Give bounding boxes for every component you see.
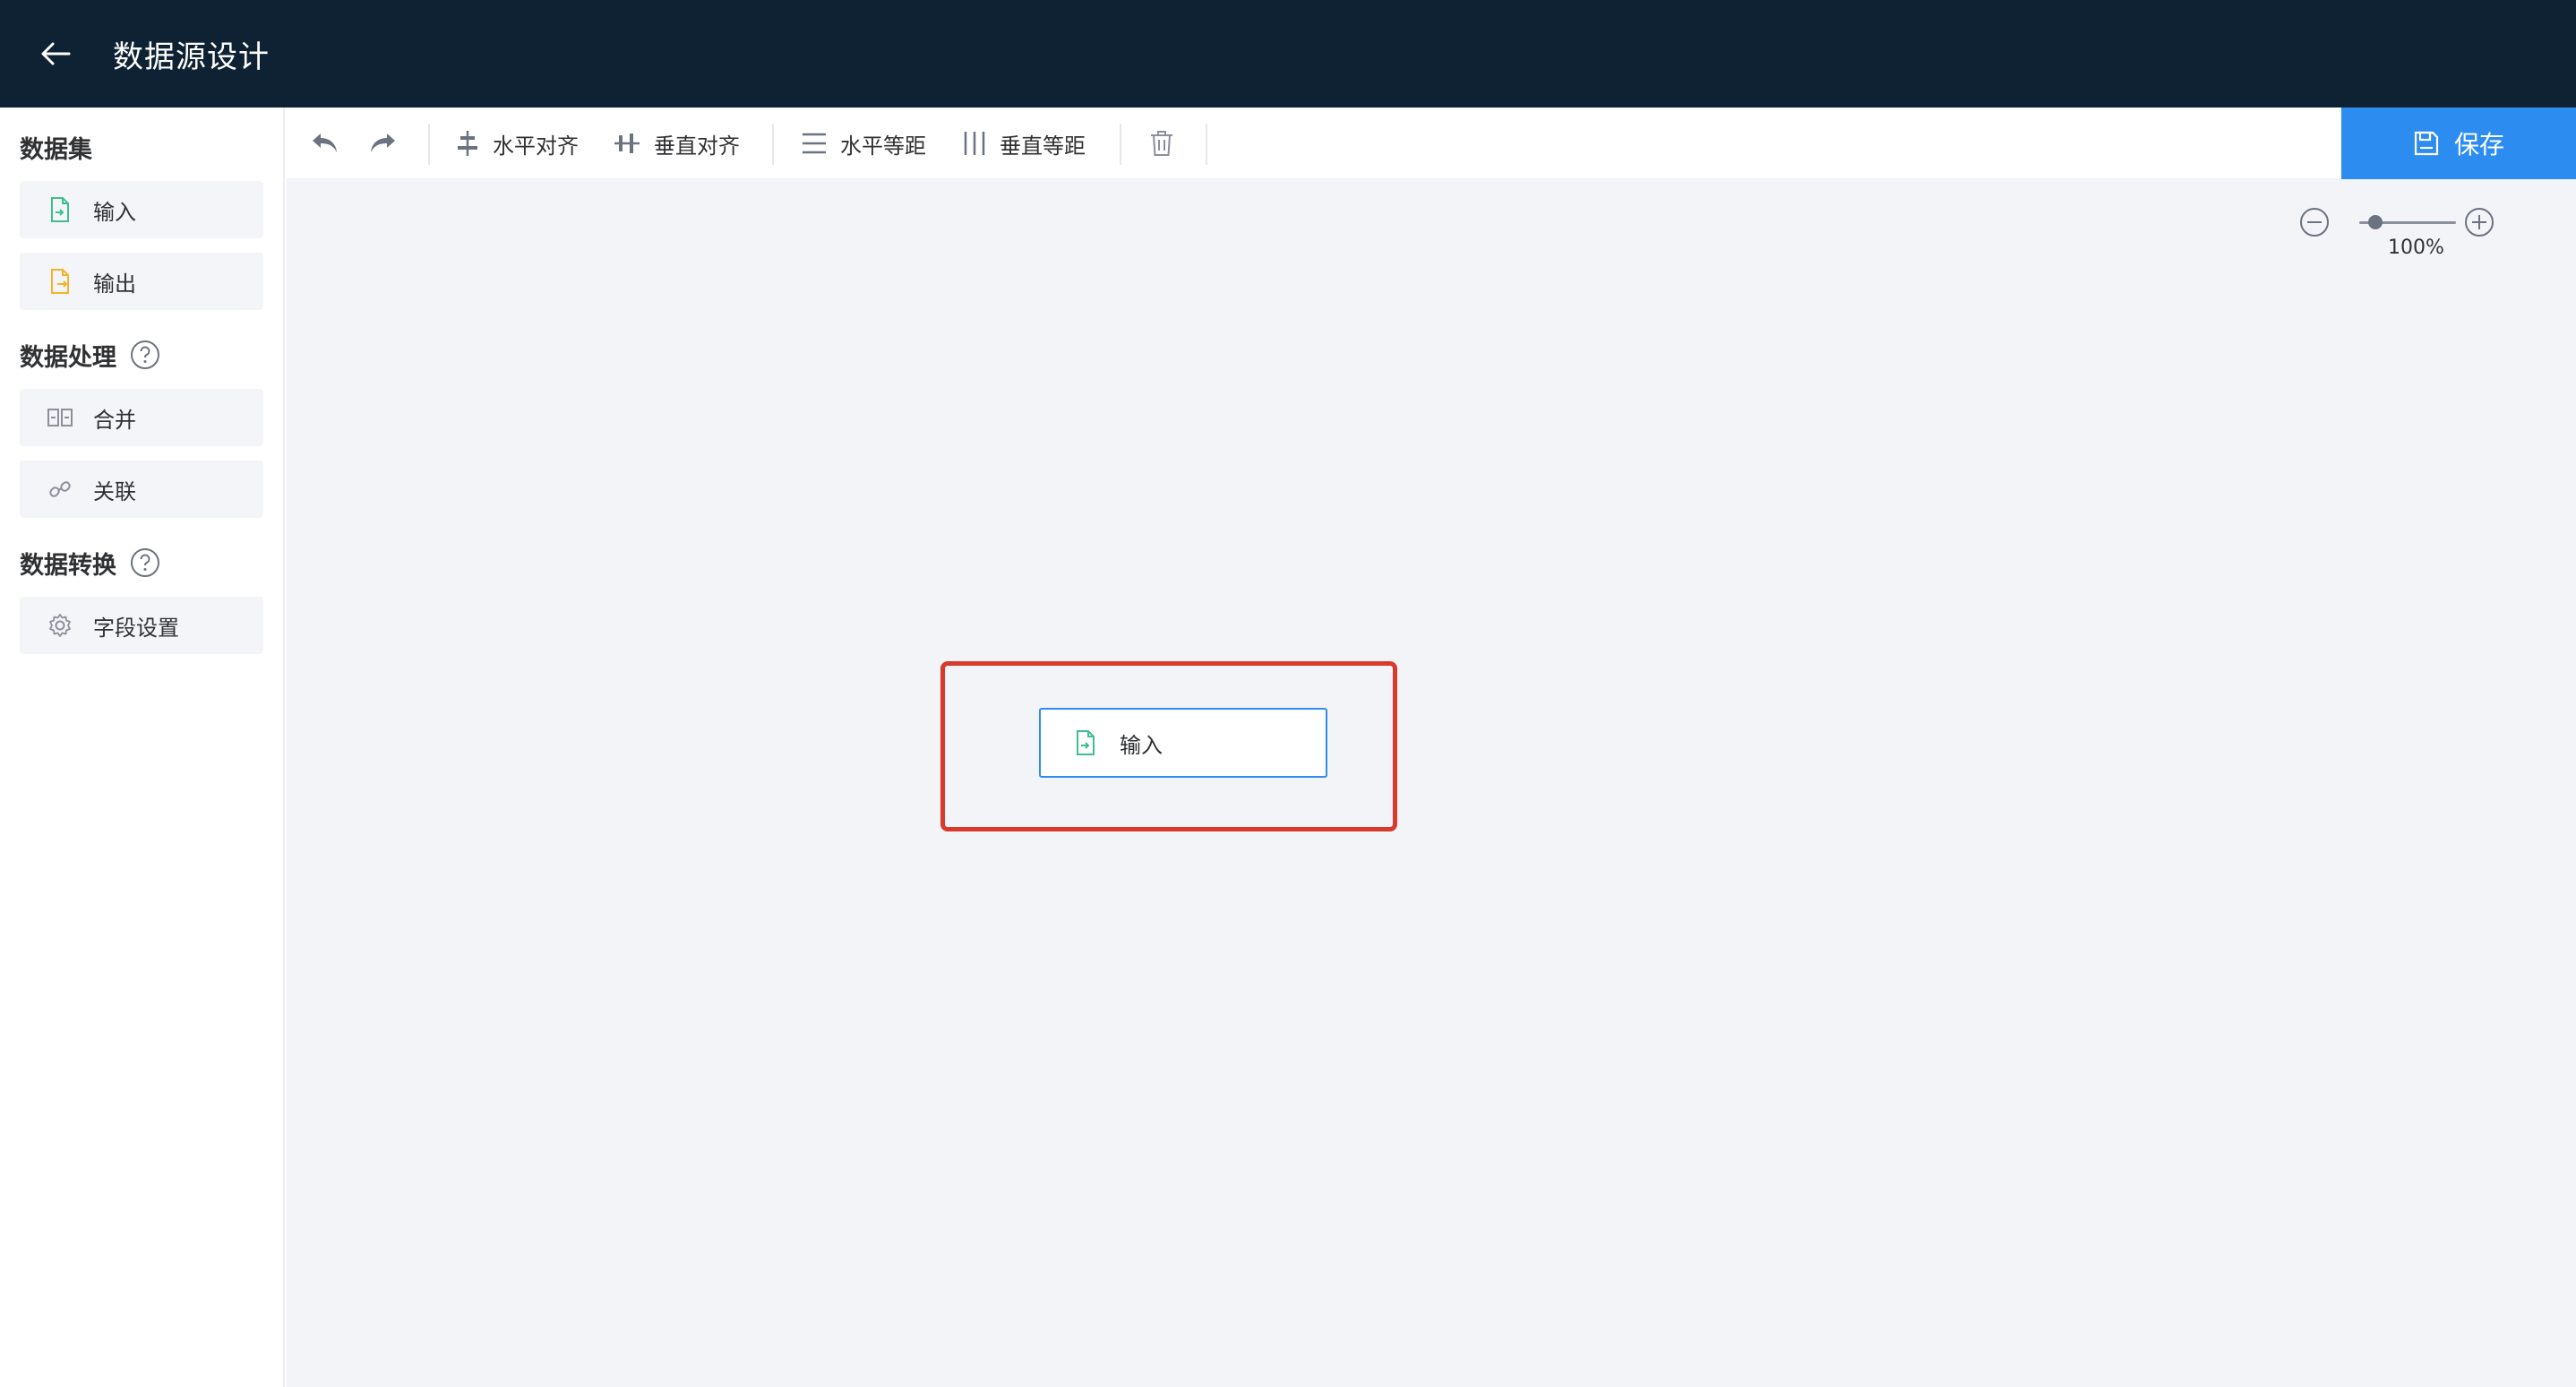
back-button[interactable] bbox=[29, 27, 82, 81]
sidebar-item-merge[interactable]: 合并 bbox=[20, 389, 263, 446]
vertical-distribute-label: 垂直等距 bbox=[1000, 133, 1086, 159]
sidebar-item-field-settings[interactable]: 字段设置 bbox=[20, 597, 263, 654]
save-icon bbox=[2414, 131, 2439, 156]
file-import-icon bbox=[47, 196, 73, 223]
delete-button[interactable] bbox=[1148, 108, 1175, 179]
design-canvas[interactable]: 100% 输入 bbox=[287, 179, 2576, 1387]
section-title-transform: 数据转换 bbox=[20, 545, 161, 581]
section-title-dataset: 数据集 bbox=[20, 129, 92, 165]
sidebar-item-label: 关联 bbox=[93, 478, 136, 504]
sidebar-item-label: 输入 bbox=[93, 199, 136, 225]
file-import-icon bbox=[1077, 730, 1095, 755]
gear-icon bbox=[47, 612, 73, 639]
help-icon[interactable] bbox=[129, 547, 161, 579]
horizontal-align-button[interactable]: 水平对齐 bbox=[455, 108, 579, 179]
toolbar-divider bbox=[772, 124, 774, 165]
canvas-node-input[interactable]: 输入 bbox=[1039, 708, 1327, 778]
horizontal-distribute-label: 水平等距 bbox=[840, 133, 926, 159]
vertical-distribute-button[interactable]: 垂直等距 bbox=[962, 108, 1086, 179]
section-label: 数据集 bbox=[20, 135, 92, 164]
file-export-icon bbox=[47, 268, 73, 295]
vertical-align-button[interactable]: 垂直对齐 bbox=[613, 108, 740, 179]
zoom-level: 100% bbox=[2388, 237, 2444, 259]
redo-button[interactable] bbox=[367, 108, 398, 179]
sidebar-item-input[interactable]: 输入 bbox=[20, 181, 263, 238]
zoom-slider-handle[interactable] bbox=[2368, 215, 2383, 229]
align-horizontal-icon bbox=[458, 131, 477, 156]
zoom-control: 100% bbox=[2298, 206, 2540, 260]
distribute-horizontal-icon bbox=[803, 133, 826, 154]
toolbar-divider bbox=[1120, 124, 1121, 165]
sidebar-item-join[interactable]: 关联 bbox=[20, 461, 263, 518]
node-label: 输入 bbox=[1120, 732, 1163, 758]
help-icon[interactable] bbox=[129, 339, 161, 371]
component-sidebar: 数据集 输入 输出 数据处理 合并 关联 数据转换 字段设置 bbox=[0, 108, 285, 1387]
section-label: 数据转换 bbox=[20, 551, 116, 580]
distribute-vertical-icon bbox=[964, 132, 985, 155]
top-header: 数据源设计 bbox=[0, 0, 2576, 108]
trash-icon bbox=[1151, 131, 1172, 156]
merge-icon bbox=[47, 404, 73, 431]
section-label: 数据处理 bbox=[20, 343, 116, 372]
toolbar-divider bbox=[1206, 124, 1207, 165]
sidebar-item-label: 合并 bbox=[93, 407, 136, 433]
align-vertical-icon bbox=[614, 134, 640, 153]
page-title: 数据源设计 bbox=[113, 39, 270, 75]
zoom-in-icon[interactable] bbox=[2463, 206, 2495, 238]
link-icon bbox=[47, 476, 73, 503]
sidebar-item-output[interactable]: 输出 bbox=[20, 253, 263, 310]
toolbar: 水平对齐 垂直对齐 水平等距 垂直等距 保存 bbox=[287, 108, 2576, 179]
sidebar-item-label: 输出 bbox=[93, 271, 136, 297]
undo-icon bbox=[313, 134, 337, 152]
horizontal-distribute-button[interactable]: 水平等距 bbox=[801, 108, 926, 179]
save-button[interactable]: 保存 bbox=[2341, 108, 2576, 179]
section-title-processing: 数据处理 bbox=[20, 337, 161, 373]
toolbar-divider bbox=[428, 124, 430, 165]
sidebar-item-label: 字段设置 bbox=[93, 615, 179, 641]
save-label: 保存 bbox=[2453, 130, 2504, 159]
redo-icon bbox=[371, 134, 395, 152]
zoom-out-icon[interactable] bbox=[2298, 206, 2331, 238]
horizontal-align-label: 水平对齐 bbox=[493, 133, 579, 159]
arrow-left-icon bbox=[41, 42, 71, 65]
vertical-align-label: 垂直对齐 bbox=[654, 133, 740, 159]
undo-button[interactable] bbox=[310, 108, 340, 179]
